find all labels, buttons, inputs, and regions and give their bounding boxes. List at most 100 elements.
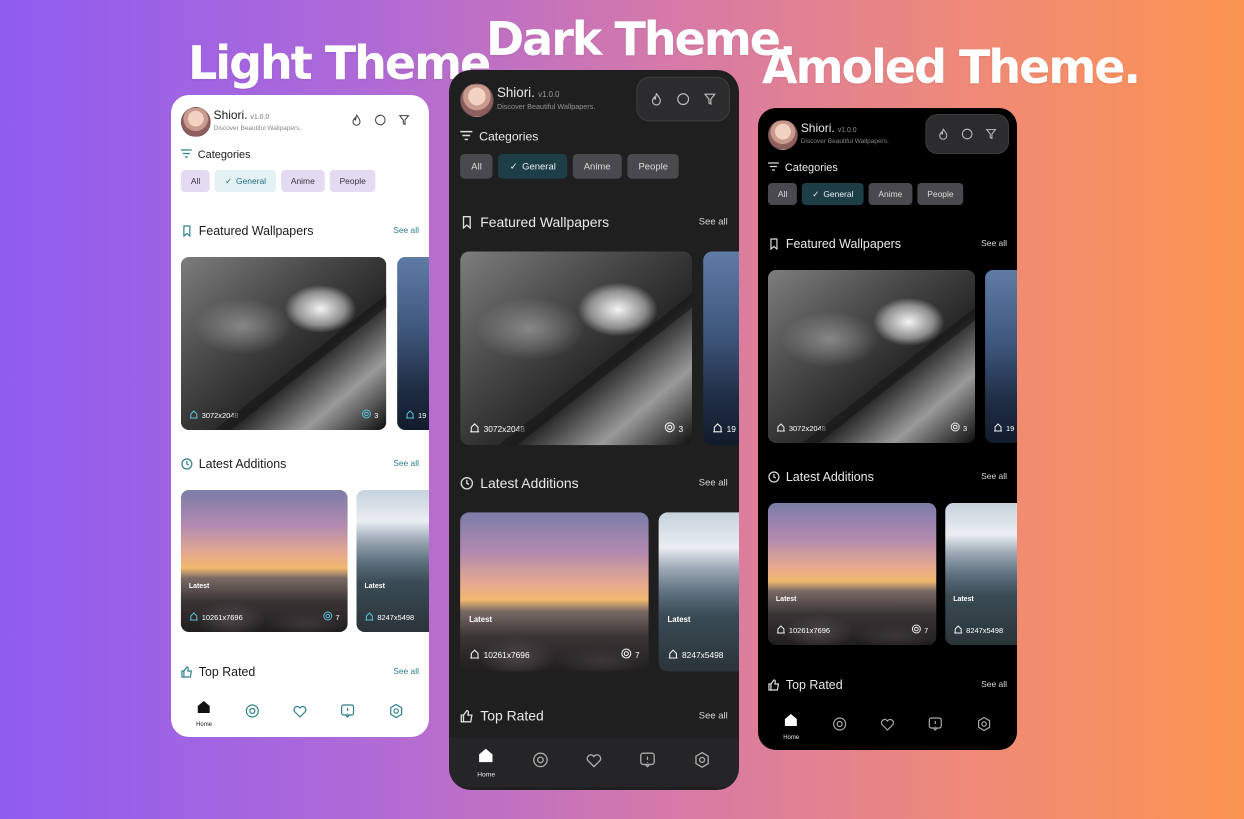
latest-see-all-link[interactable]: See all xyxy=(393,458,419,468)
thumbs-up-icon xyxy=(181,666,193,678)
nav-home[interactable]: Home xyxy=(776,712,806,741)
featured-wallpaper-card[interactable]: 3072x2048 3 xyxy=(180,257,387,430)
likes-icon xyxy=(323,611,333,623)
avatar[interactable] xyxy=(180,107,211,137)
resolution-icon xyxy=(668,648,679,661)
category-chips: All ✓ General Anime People xyxy=(460,154,680,179)
bookmark-icon xyxy=(768,238,780,250)
top-rated-see-all-link[interactable]: See all xyxy=(981,679,1007,689)
nav-settings[interactable] xyxy=(969,716,999,737)
check-icon: ✓ xyxy=(225,175,233,186)
chip-all[interactable]: All xyxy=(460,154,493,179)
latest-badge: Latest xyxy=(775,596,797,603)
nav-info[interactable] xyxy=(631,750,664,774)
resolution-icon xyxy=(189,611,199,623)
home-icon xyxy=(783,712,799,733)
app-header: Shiori. v1.0.0 Discover Beautiful Wallpap… xyxy=(460,76,730,122)
fire-icon[interactable] xyxy=(936,127,950,141)
fire-icon[interactable] xyxy=(350,113,364,127)
search-icon[interactable] xyxy=(373,113,387,127)
nav-info[interactable] xyxy=(921,716,951,737)
search-icon[interactable] xyxy=(960,127,974,141)
filter-icon[interactable] xyxy=(702,91,718,107)
chip-all[interactable]: All xyxy=(180,170,211,192)
nav-explore[interactable] xyxy=(523,750,556,774)
chip-people[interactable]: People xyxy=(627,154,680,179)
fire-icon[interactable] xyxy=(649,91,665,107)
sort-icon xyxy=(460,130,473,143)
resolution-icon xyxy=(469,648,480,661)
chip-people[interactable]: People xyxy=(917,183,964,205)
top-rated-see-all-link[interactable]: See all xyxy=(393,666,419,676)
featured-wallpaper-card[interactable]: 3072x2048 3 xyxy=(460,251,693,446)
info-icon xyxy=(928,716,944,737)
check-icon: ✓ xyxy=(509,160,518,172)
nav-info[interactable] xyxy=(333,703,363,724)
nav-settings[interactable] xyxy=(685,750,718,774)
latest-section-header: Latest Additions See all xyxy=(460,474,728,492)
latest-badge: Latest xyxy=(469,616,493,625)
likes-icon xyxy=(950,422,960,434)
chip-general[interactable]: ✓ General xyxy=(215,170,276,192)
nav-settings[interactable] xyxy=(381,703,411,724)
avatar[interactable] xyxy=(767,120,798,150)
avatar[interactable] xyxy=(460,83,494,118)
category-chips: All ✓ General Anime People xyxy=(180,170,376,192)
heart-icon xyxy=(292,703,308,724)
nav-favorites[interactable] xyxy=(873,716,903,737)
chip-anime[interactable]: Anime xyxy=(280,170,325,192)
latest-wallpaper-card[interactable]: Latest 10261x7696 7 xyxy=(180,490,348,632)
latest-see-all-link[interactable]: See all xyxy=(981,471,1007,481)
resolution-icon xyxy=(776,422,786,434)
resolution-icon xyxy=(189,409,199,421)
explore-icon xyxy=(831,716,847,737)
chip-anime[interactable]: Anime xyxy=(572,154,622,179)
filter-icon[interactable] xyxy=(397,113,411,127)
settings-icon xyxy=(693,750,711,774)
chip-general[interactable]: ✓ General xyxy=(802,183,864,205)
featured-see-all-link[interactable]: See all xyxy=(981,238,1007,248)
header-icon-group xyxy=(636,76,730,122)
latest-badge: Latest xyxy=(953,596,974,603)
featured-see-all-link[interactable]: See all xyxy=(699,216,728,227)
top-rated-see-all-link[interactable]: See all xyxy=(699,710,728,721)
nav-explore[interactable] xyxy=(237,703,267,724)
categories-title: Categories xyxy=(180,149,251,161)
categories-title: Categories xyxy=(767,162,838,174)
featured-wallpaper-card[interactable]: 19 xyxy=(397,257,429,430)
latest-wallpaper-card[interactable]: Latest 10261x7696 7 xyxy=(460,512,649,672)
header-icon-group xyxy=(925,114,1009,154)
app-name: Shiori. v1.0.0 xyxy=(496,84,560,101)
nav-home[interactable]: Home xyxy=(189,699,219,728)
chip-people[interactable]: People xyxy=(329,170,376,192)
latest-badge: Latest xyxy=(364,583,385,590)
clock-icon xyxy=(768,471,780,483)
home-icon xyxy=(196,699,212,720)
thumbs-up-icon xyxy=(460,709,473,723)
filter-icon[interactable] xyxy=(984,127,998,141)
latest-wallpaper-card[interactable]: Latest 8247x5498 xyxy=(945,503,1017,645)
chip-general[interactable]: ✓ General xyxy=(498,154,567,179)
featured-wallpaper-card[interactable]: 19 xyxy=(985,270,1017,443)
featured-wallpaper-card[interactable]: 3072x2048 3 xyxy=(767,270,976,443)
latest-wallpaper-card[interactable]: Latest 10261x7696 7 xyxy=(767,503,937,645)
nav-explore[interactable] xyxy=(824,716,854,737)
top-rated-section-header: Top Rated See all xyxy=(768,677,1007,693)
latest-badge: Latest xyxy=(188,583,210,590)
nav-home[interactable]: Home xyxy=(469,746,502,778)
search-icon[interactable] xyxy=(675,91,691,107)
resolution-icon xyxy=(405,409,415,421)
chip-anime[interactable]: Anime xyxy=(868,183,913,205)
light-theme-phone: Shiori. v1.0.0 Discover Beautiful Wallpap… xyxy=(171,95,429,737)
app-tagline: Discover Beautiful Wallpapers. xyxy=(213,125,302,132)
latest-wallpaper-card[interactable]: Latest 8247x5498 xyxy=(356,490,429,632)
latest-see-all-link[interactable]: See all xyxy=(699,477,728,488)
latest-wallpaper-card[interactable]: Latest 8247x5498 xyxy=(658,512,739,672)
nav-favorites[interactable] xyxy=(285,703,315,724)
featured-wallpaper-card[interactable]: 19 xyxy=(703,251,739,446)
chip-all[interactable]: All xyxy=(767,183,798,205)
explore-icon xyxy=(531,750,549,774)
nav-favorites[interactable] xyxy=(577,750,610,774)
likes-icon xyxy=(621,648,632,661)
featured-see-all-link[interactable]: See all xyxy=(393,225,419,235)
